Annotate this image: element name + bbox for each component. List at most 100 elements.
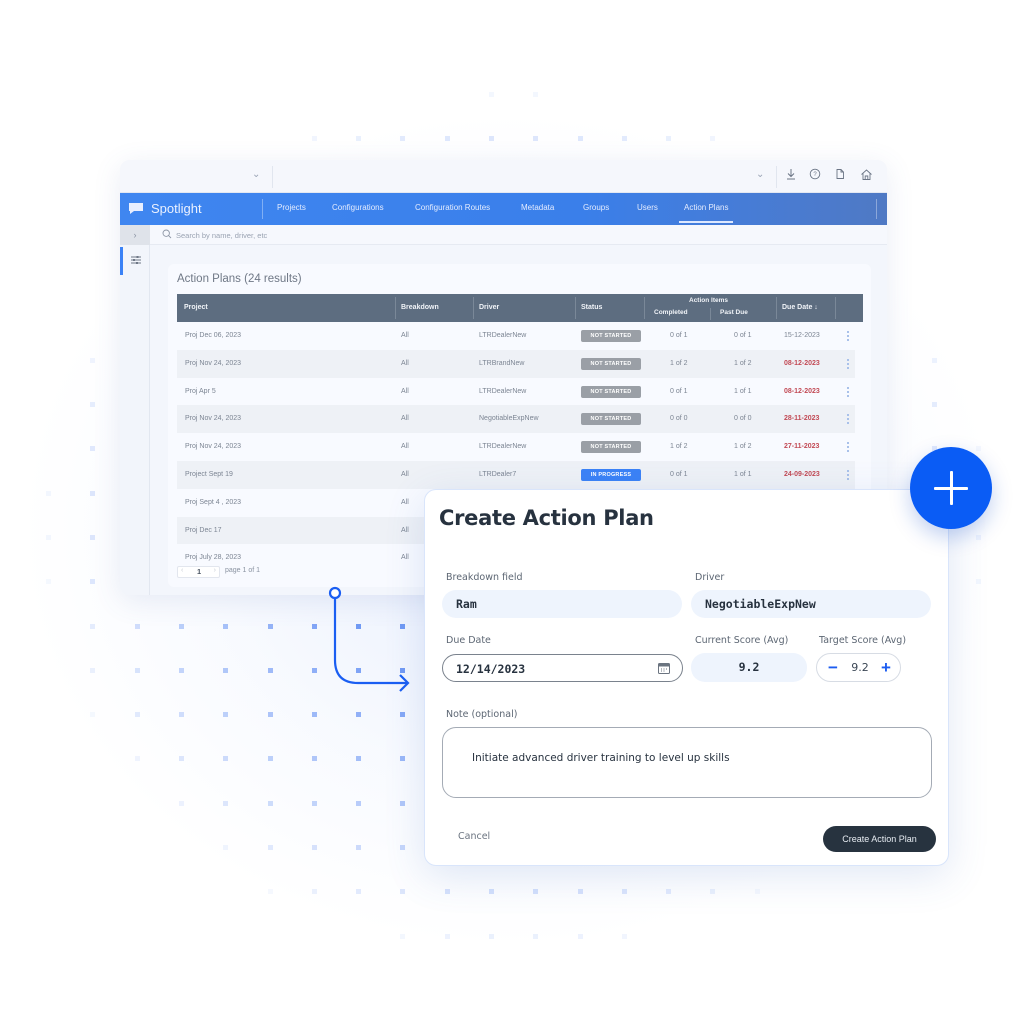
prev-page-icon[interactable]: ‹ — [181, 567, 183, 574]
project-name[interactable]: Proj Nov 24, 2023 — [185, 350, 241, 378]
download-icon[interactable] — [783, 168, 799, 184]
increment-button[interactable]: + — [877, 654, 895, 681]
background-dot — [356, 845, 361, 850]
breakdown-field-label: Breakdown field — [446, 572, 523, 583]
due-date-field[interactable] — [442, 654, 683, 682]
background-dot — [445, 934, 450, 939]
table-row[interactable]: Proj Nov 24, 2023 All LTRBrandNew NOT START… — [177, 349, 855, 378]
add-plus-button[interactable] — [910, 447, 992, 529]
background-dot — [90, 358, 95, 363]
project-name[interactable]: Proj Apr 5 — [185, 378, 216, 406]
breakdown-value: All — [401, 415, 409, 423]
note-input[interactable]: Initiate advanced driver training to lev… — [472, 752, 912, 774]
home-icon[interactable] — [858, 168, 874, 184]
more-options-icon[interactable] — [847, 386, 850, 397]
more-options-icon[interactable] — [847, 331, 850, 341]
chevron-down-icon[interactable]: ⌄ — [756, 169, 764, 180]
page-selector[interactable]: ‹ 1 › — [177, 566, 220, 578]
nav-users[interactable]: Users — [637, 203, 658, 212]
past-due-count: 0 of 1 — [734, 332, 752, 339]
sidebar-expand-button[interactable]: › — [120, 225, 150, 245]
nav-action-plans[interactable]: Action Plans — [678, 203, 734, 223]
more-options-icon[interactable] — [847, 358, 850, 369]
background-dot — [976, 446, 981, 451]
header-driver[interactable]: Driver — [474, 294, 499, 322]
due-date-input[interactable] — [456, 661, 636, 676]
table-row[interactable]: Proj Nov 24, 2023 All NegotiableExpNew NOT … — [177, 405, 855, 434]
completed-count: 1 of 2 — [670, 359, 688, 367]
note-field[interactable]: Initiate advanced driver training to lev… — [442, 727, 932, 798]
breakdown-value: All — [401, 332, 409, 339]
project-name[interactable]: Proj Nov 24, 2023 — [185, 405, 241, 433]
due-date-value: 08-12-2023 — [784, 387, 820, 395]
help-icon[interactable]: ? — [807, 168, 823, 184]
project-name[interactable]: Proj Dec 06, 2023 — [185, 322, 241, 350]
background-dot — [90, 712, 95, 717]
nav-configuration-routes[interactable]: Configuration Routes — [415, 203, 490, 212]
driver-value: LTRDealerNew — [479, 332, 527, 339]
completed-count: 0 of 1 — [670, 387, 688, 395]
background-dot — [400, 756, 405, 761]
background-dot — [46, 579, 51, 584]
chevron-down-icon[interactable]: ⌄ — [252, 169, 260, 180]
spotlight-logo-icon — [129, 203, 143, 214]
background-dot — [578, 934, 583, 939]
cancel-button[interactable]: Cancel — [458, 831, 490, 842]
past-due-count: 1 of 1 — [734, 387, 752, 395]
background-dot — [312, 668, 317, 673]
current-page: 1 — [197, 567, 202, 576]
filter-sliders-icon[interactable] — [130, 254, 142, 266]
more-options-icon[interactable] — [847, 470, 850, 480]
more-options-icon[interactable] — [847, 414, 850, 425]
calendar-icon[interactable] — [658, 663, 670, 674]
project-name[interactable]: Proj Sept 4 , 2023 — [185, 489, 241, 517]
window-toolbar: ⌄ ⌄ ? — [120, 160, 887, 193]
status-badge: NOT STARTED — [581, 413, 641, 426]
background-dot — [312, 845, 317, 850]
nav-groups[interactable]: Groups — [583, 203, 609, 212]
target-score-stepper: − 9.2 + — [816, 653, 901, 682]
table-row[interactable]: Proj Dec 06, 2023 All LTRDealerNew NOT STAR… — [177, 322, 855, 350]
project-name[interactable]: Proj Dec 17 — [185, 517, 222, 545]
project-name[interactable]: Project Sept 19 — [185, 461, 233, 489]
next-page-icon[interactable]: › — [214, 567, 216, 574]
background-dot — [489, 92, 494, 97]
header-due-date[interactable]: Due Date ↓ — [777, 294, 818, 322]
header-past-due[interactable]: Past Due — [720, 309, 748, 316]
background-dot — [90, 668, 95, 673]
background-dot — [400, 934, 405, 939]
header-breakdown[interactable]: Breakdown — [396, 294, 439, 322]
past-due-count: 1 of 2 — [734, 443, 752, 451]
search-input[interactable] — [176, 228, 476, 242]
table-row[interactable]: Proj Nov 24, 2023 All LTRDealerNew NOT STAR… — [177, 433, 855, 462]
driver-input[interactable]: NegotiableExpNew — [691, 590, 931, 618]
due-date-value: 15-12-2023 — [784, 332, 820, 339]
header-completed[interactable]: Completed — [654, 309, 688, 316]
divider — [262, 199, 263, 219]
create-action-plan-button[interactable]: Create Action Plan — [823, 826, 936, 852]
nav-projects[interactable]: Projects — [277, 203, 306, 212]
search-icon — [162, 229, 172, 239]
brand-name[interactable]: Spotlight — [151, 201, 202, 216]
project-name[interactable]: Proj Nov 24, 2023 — [185, 433, 241, 461]
background-dot — [90, 402, 95, 407]
background-dot — [533, 889, 538, 894]
decrement-button[interactable]: − — [824, 654, 842, 681]
nav-metadata[interactable]: Metadata — [521, 203, 554, 212]
nav-configurations[interactable]: Configurations — [332, 203, 384, 212]
dialog-title: Create Action Plan — [439, 506, 654, 530]
header-status[interactable]: Status — [576, 294, 602, 322]
divider — [644, 297, 645, 319]
table-row[interactable]: Project Sept 19 All LTRDealer7 IN PROGRESS 0… — [177, 461, 855, 489]
target-score-value[interactable]: 9.2 — [845, 654, 875, 681]
background-dot — [622, 889, 627, 894]
sidebar: › — [120, 225, 150, 595]
header-project[interactable]: Project — [179, 294, 208, 322]
breakdown-field-input[interactable]: Ram — [442, 590, 682, 618]
document-icon[interactable] — [832, 168, 848, 184]
table-row[interactable]: Proj Apr 5 All LTRDealerNew NOT STARTED 0 of… — [177, 377, 855, 406]
breakdown-value: All — [401, 526, 409, 534]
more-options-icon[interactable] — [847, 442, 850, 453]
active-indicator — [120, 247, 123, 275]
background-dot — [179, 668, 184, 673]
